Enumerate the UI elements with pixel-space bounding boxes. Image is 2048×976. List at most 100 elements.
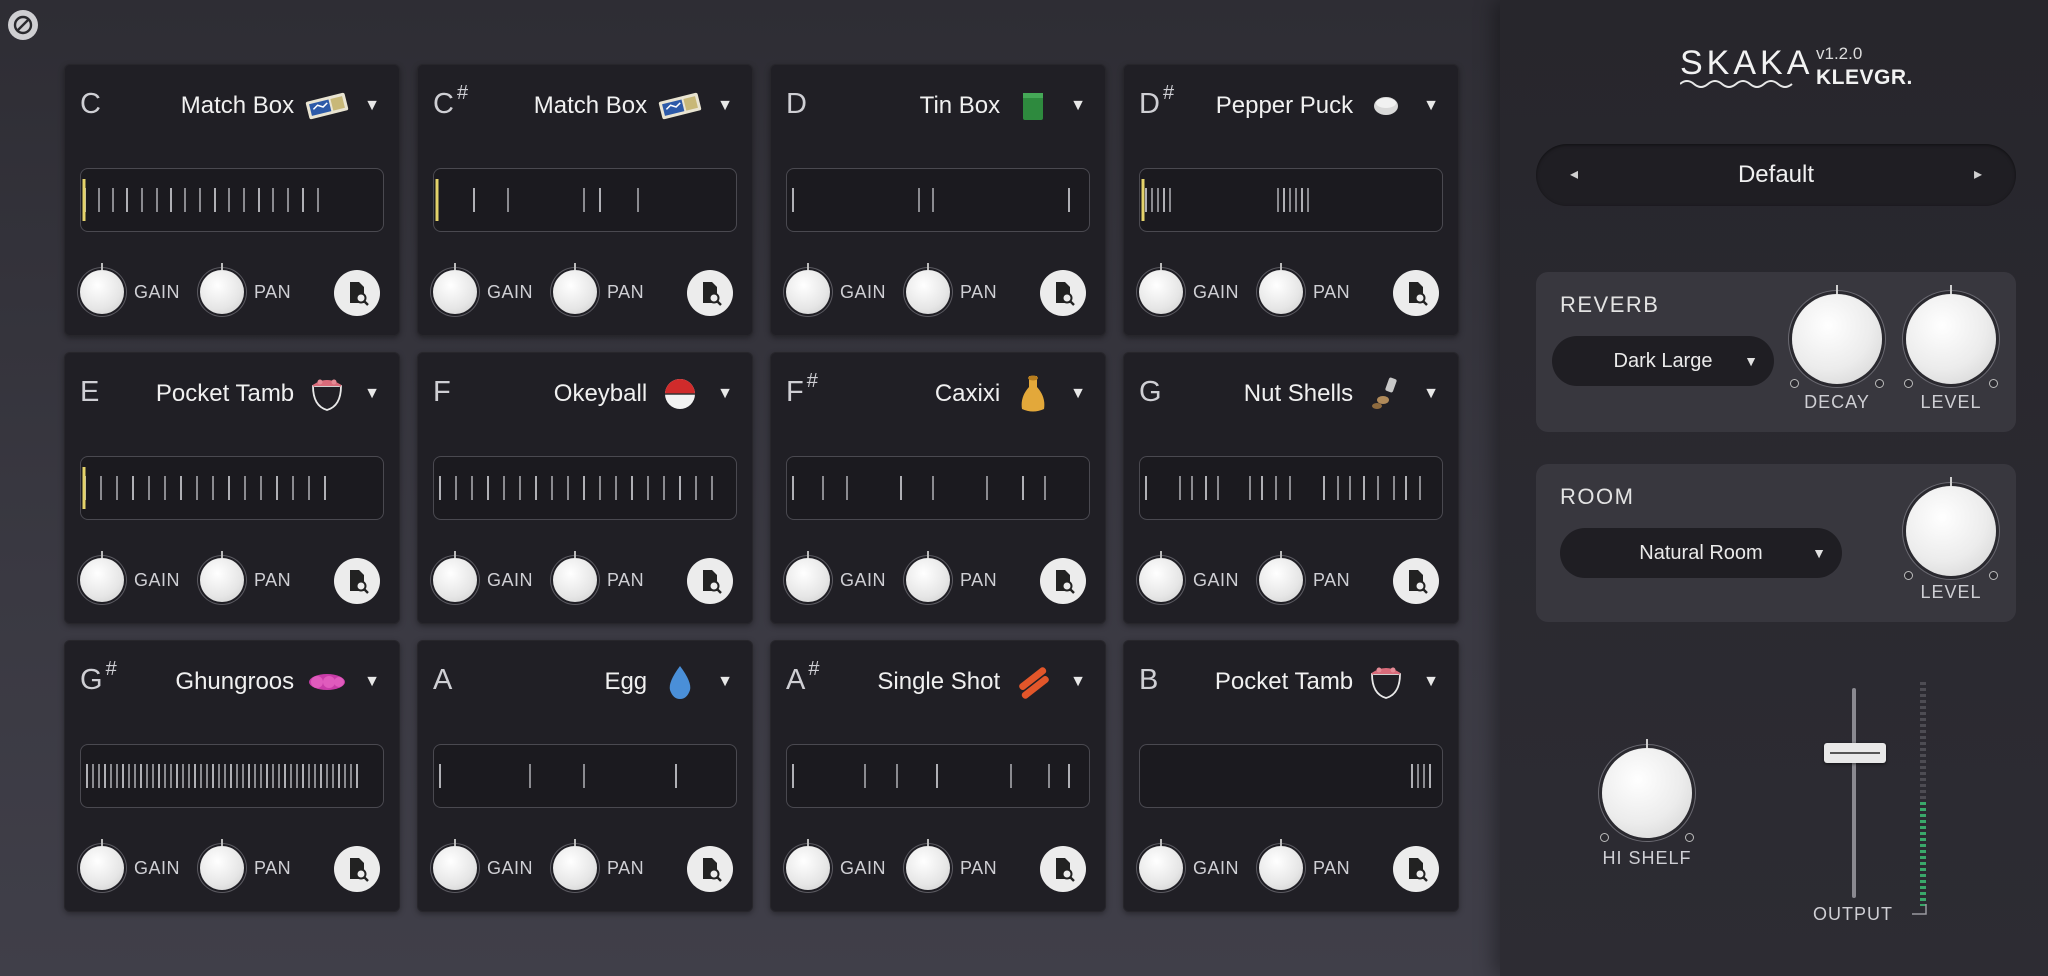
instrument-selector[interactable]: Pocket Tamb ▼ — [156, 374, 380, 414]
output-fader-handle[interactable] — [1824, 743, 1886, 764]
gain-control[interactable]: GAIN — [786, 558, 886, 602]
gain-control[interactable]: GAIN — [80, 558, 180, 602]
pan-knob[interactable] — [906, 270, 950, 314]
instrument-selector[interactable]: Match Box ▼ — [534, 86, 733, 126]
pan-control[interactable]: PAN — [553, 270, 644, 314]
preset-prev-button[interactable]: ◂ — [1570, 164, 1578, 184]
pan-control[interactable]: PAN — [1259, 558, 1350, 602]
pattern-display[interactable] — [1139, 744, 1443, 808]
sample-browser-button[interactable] — [334, 846, 380, 892]
pan-knob[interactable] — [906, 846, 950, 890]
gain-knob[interactable] — [433, 270, 477, 314]
pan-control[interactable]: PAN — [200, 846, 291, 890]
gain-control[interactable]: GAIN — [1139, 270, 1239, 314]
pan-knob[interactable] — [553, 558, 597, 602]
instrument-selector[interactable]: Egg ▼ — [604, 662, 733, 702]
instrument-selector[interactable]: Caxixi ▼ — [935, 374, 1086, 414]
gain-knob[interactable] — [80, 270, 124, 314]
gain-knob[interactable] — [1139, 558, 1183, 602]
pan-control[interactable]: PAN — [906, 846, 997, 890]
pan-knob[interactable] — [200, 846, 244, 890]
gain-control[interactable]: GAIN — [433, 846, 533, 890]
pan-control[interactable]: PAN — [1259, 270, 1350, 314]
instrument-selector[interactable]: Tin Box ▼ — [920, 86, 1086, 126]
gain-knob[interactable] — [433, 846, 477, 890]
gain-knob[interactable] — [433, 558, 477, 602]
pan-control[interactable]: PAN — [906, 558, 997, 602]
pattern-display[interactable] — [80, 744, 384, 808]
instrument-selector[interactable]: Nut Shells ▼ — [1244, 374, 1439, 414]
pan-control[interactable]: PAN — [553, 558, 644, 602]
pattern-display[interactable] — [786, 168, 1090, 232]
pan-knob[interactable] — [200, 270, 244, 314]
sample-browser-button[interactable] — [1040, 558, 1086, 604]
sample-browser-button[interactable] — [1040, 270, 1086, 316]
power-icon[interactable] — [8, 10, 38, 40]
gain-knob[interactable] — [786, 558, 830, 602]
gain-knob[interactable] — [1139, 846, 1183, 890]
reverb-level-knob[interactable] — [1904, 294, 1998, 388]
sample-browser-button[interactable] — [687, 558, 733, 604]
preset-selector[interactable]: ◂ Default ▸ — [1536, 144, 2016, 206]
pan-control[interactable]: PAN — [906, 270, 997, 314]
pan-control[interactable]: PAN — [200, 270, 291, 314]
gain-knob[interactable] — [786, 846, 830, 890]
reverb-type-dropdown[interactable]: Dark Large ▼ — [1552, 336, 1774, 386]
decay-knob[interactable] — [1790, 294, 1884, 388]
pan-control[interactable]: PAN — [553, 846, 644, 890]
gain-control[interactable]: GAIN — [80, 846, 180, 890]
gain-control[interactable]: GAIN — [433, 270, 533, 314]
pan-knob[interactable] — [1259, 558, 1303, 602]
instrument-selector[interactable]: Okeyball ▼ — [554, 374, 733, 414]
pattern-display[interactable] — [1139, 456, 1443, 520]
pan-knob[interactable] — [553, 846, 597, 890]
pan-knob[interactable] — [906, 558, 950, 602]
room-type-dropdown[interactable]: Natural Room ▼ — [1560, 528, 1842, 578]
sample-browser-button[interactable] — [687, 846, 733, 892]
instrument-selector[interactable]: Single Shot ▼ — [877, 662, 1086, 702]
sample-browser-button[interactable] — [334, 270, 380, 316]
pan-control[interactable]: PAN — [1259, 846, 1350, 890]
output-fader-track[interactable] — [1852, 688, 1856, 898]
pattern-display[interactable] — [1139, 168, 1443, 232]
gain-control[interactable]: GAIN — [80, 270, 180, 314]
pan-knob[interactable] — [1259, 846, 1303, 890]
pattern-display[interactable] — [433, 456, 737, 520]
pattern-display[interactable] — [80, 456, 384, 520]
gain-control[interactable]: GAIN — [1139, 558, 1239, 602]
pattern-display[interactable] — [80, 168, 384, 232]
room-level-knob[interactable] — [1904, 486, 1998, 580]
pattern-display[interactable] — [786, 456, 1090, 520]
pattern-display[interactable] — [433, 168, 737, 232]
gain-knob[interactable] — [80, 558, 124, 602]
gain-knob[interactable] — [786, 270, 830, 314]
pan-knob[interactable] — [1259, 270, 1303, 314]
sample-browser-button[interactable] — [1393, 846, 1439, 892]
instrument-selector[interactable]: Match Box ▼ — [181, 86, 380, 126]
pan-knob[interactable] — [553, 270, 597, 314]
instrument-selector[interactable]: Pocket Tamb ▼ — [1215, 662, 1439, 702]
file-search-icon — [342, 278, 372, 308]
gain-control[interactable]: GAIN — [786, 270, 886, 314]
gain-knob[interactable] — [80, 846, 124, 890]
instrument-selector[interactable]: Pepper Puck ▼ — [1216, 86, 1439, 126]
pan-control[interactable]: PAN — [200, 558, 291, 602]
gain-control[interactable]: GAIN — [786, 846, 886, 890]
chevron-down-icon: ▼ — [1812, 545, 1826, 561]
sample-browser-button[interactable] — [334, 558, 380, 604]
hi-shelf-knob[interactable] — [1600, 748, 1694, 842]
gain-control[interactable]: GAIN — [433, 558, 533, 602]
pan-knob[interactable] — [200, 558, 244, 602]
pattern-display[interactable] — [786, 744, 1090, 808]
gain-knob[interactable] — [1139, 270, 1183, 314]
instrument-selector[interactable]: Ghungroos ▼ — [175, 662, 380, 702]
gain-control[interactable]: GAIN — [1139, 846, 1239, 890]
sample-browser-button[interactable] — [1393, 558, 1439, 604]
chevron-down-icon: ▼ — [364, 673, 380, 690]
preset-next-button[interactable]: ▸ — [1974, 164, 1982, 184]
egg-icon — [657, 662, 703, 702]
pattern-display[interactable] — [433, 744, 737, 808]
sample-browser-button[interactable] — [1040, 846, 1086, 892]
sample-browser-button[interactable] — [1393, 270, 1439, 316]
sample-browser-button[interactable] — [687, 270, 733, 316]
